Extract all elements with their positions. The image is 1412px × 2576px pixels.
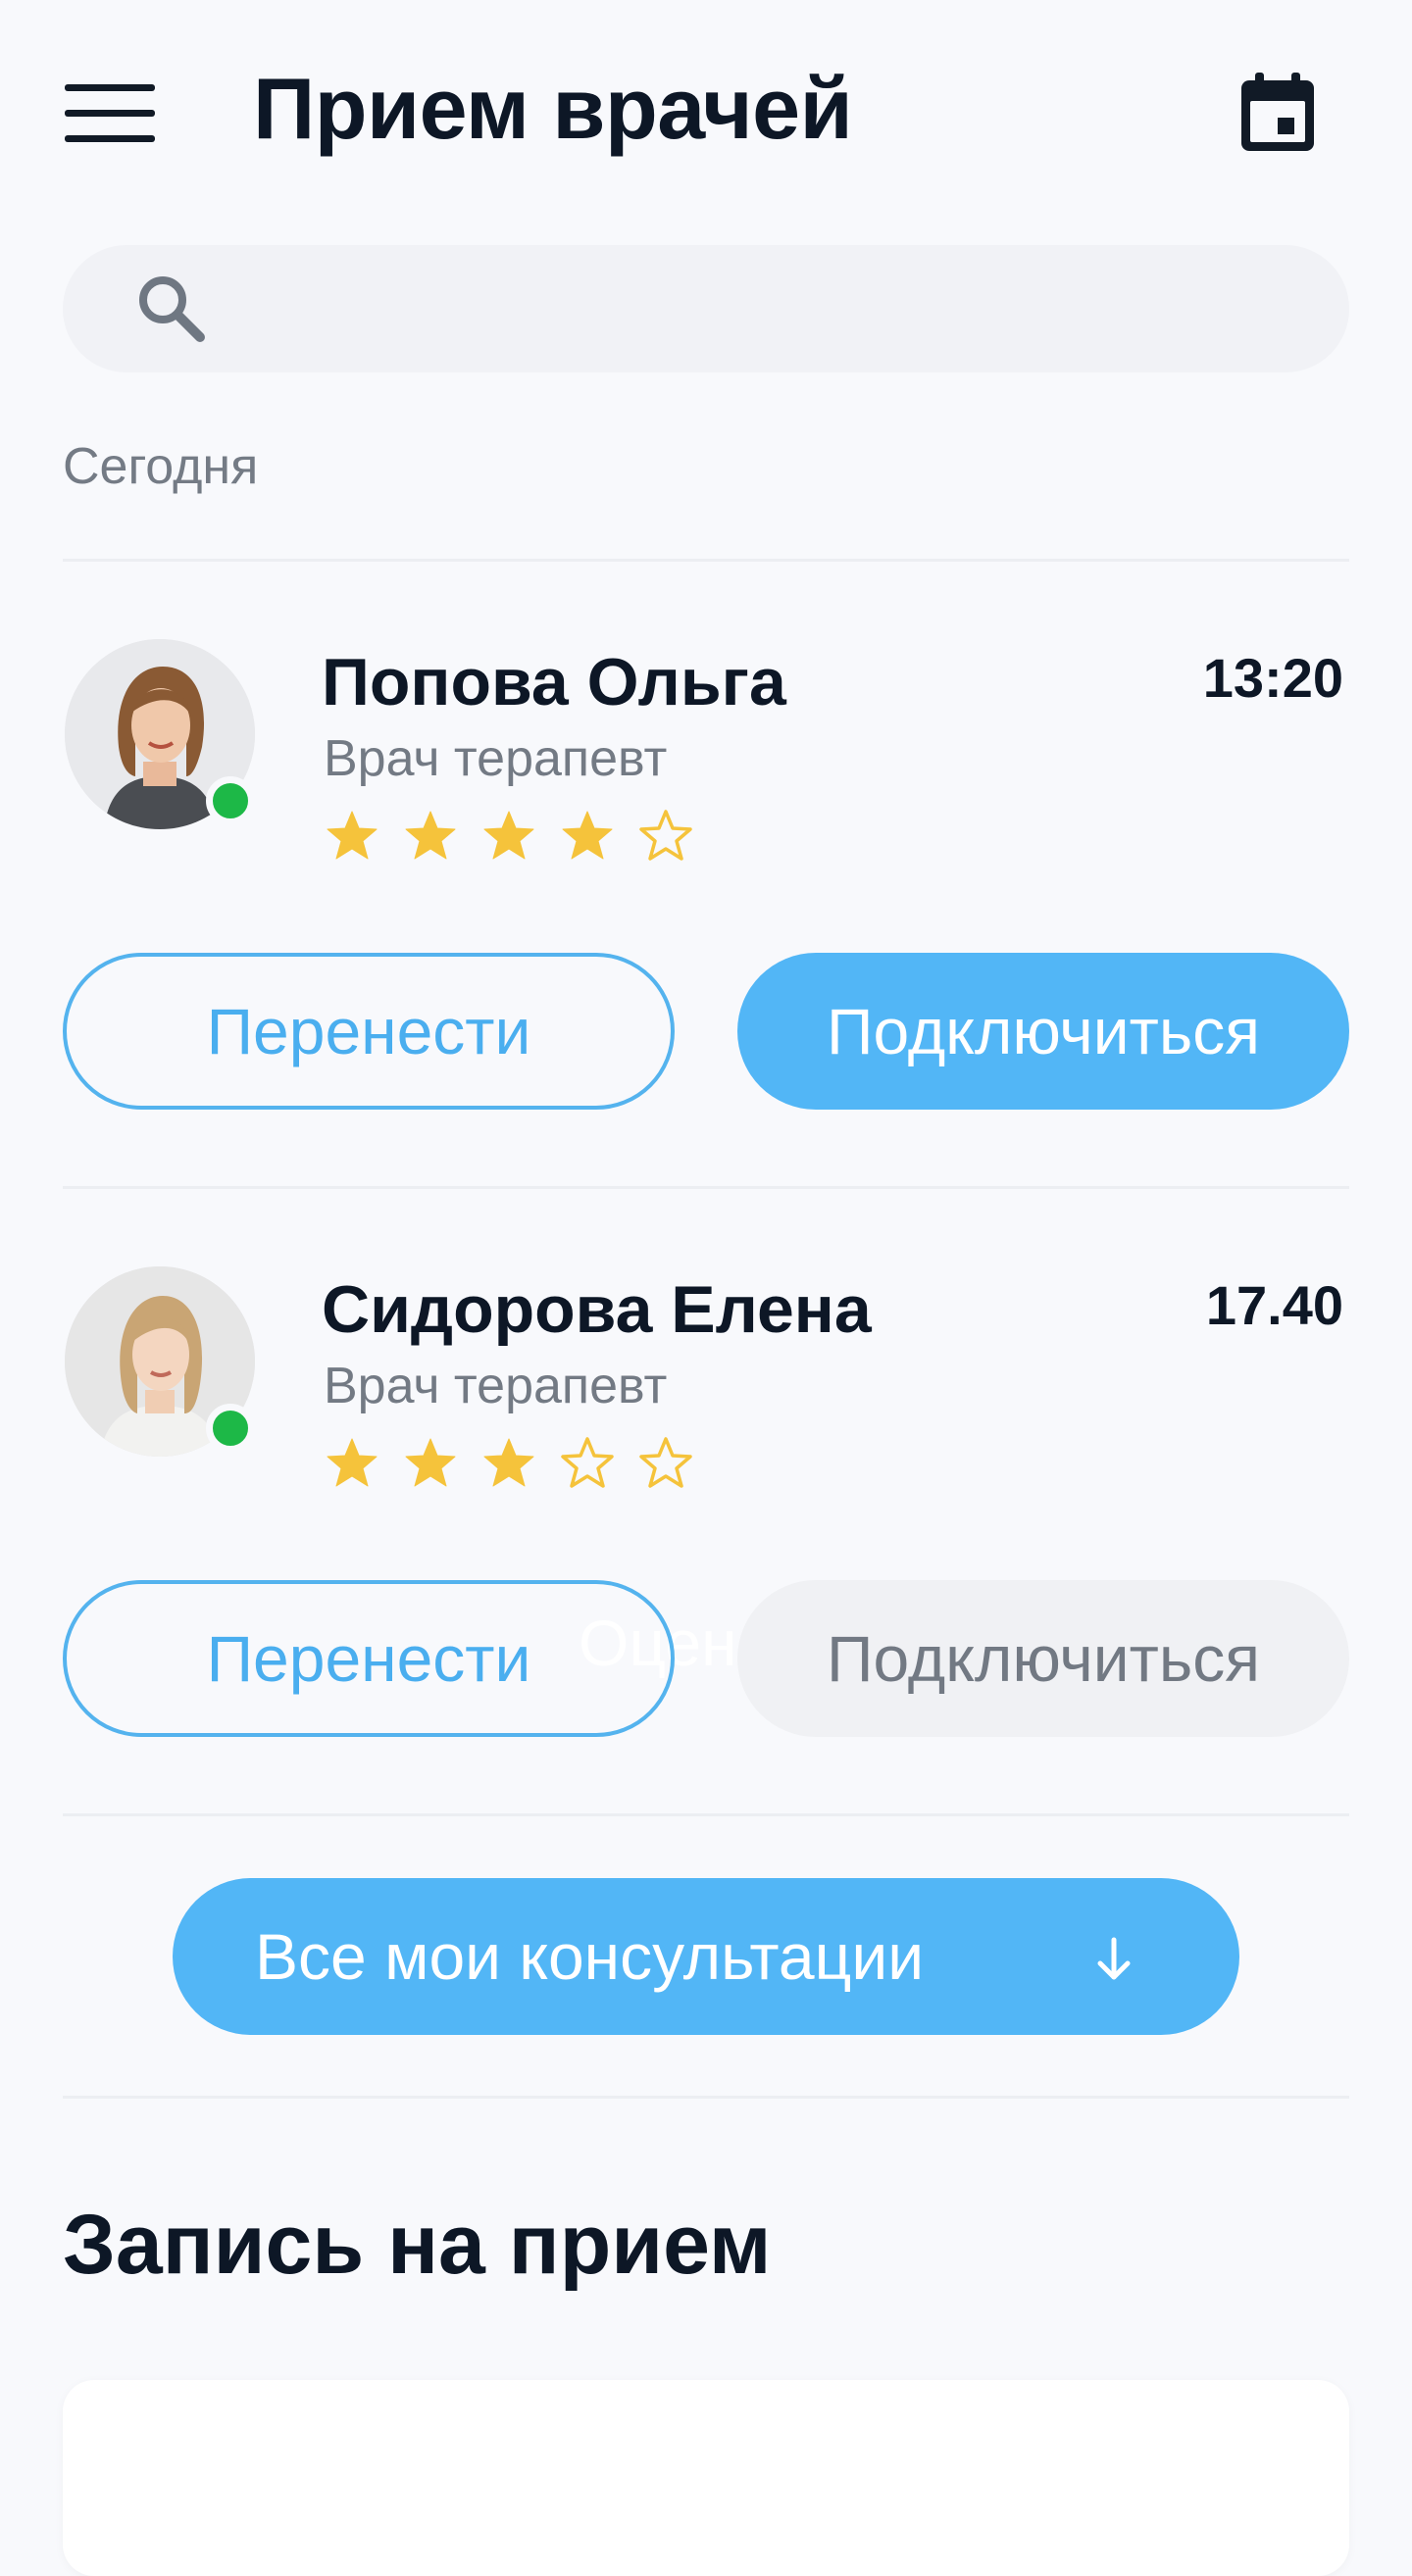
star-filled-icon — [559, 808, 616, 865]
rating-stars — [324, 1435, 694, 1492]
star-filled-icon — [402, 1435, 459, 1492]
doctor-name: Сидорова Елена — [322, 1272, 872, 1347]
star-filled-icon — [402, 808, 459, 865]
online-status-indicator — [206, 1404, 255, 1453]
reschedule-button[interactable]: Перенести — [63, 953, 675, 1110]
booking-card[interactable] — [63, 2380, 1349, 2576]
divider — [63, 559, 1349, 562]
booking-section-title: Запись на прием — [63, 2198, 772, 2292]
connect-button[interactable]: Подключиться — [737, 953, 1349, 1110]
rating-stars — [324, 808, 694, 865]
all-consultations-label: Все мои консультации — [255, 1920, 925, 1993]
doctor-name: Попова Ольга — [322, 645, 786, 719]
reschedule-button[interactable]: Перенести — [63, 1580, 675, 1737]
connect-button-disabled[interactable]: Подключиться — [737, 1580, 1349, 1737]
divider — [63, 2096, 1349, 2099]
search-input[interactable] — [235, 257, 1318, 363]
doctor-specialty: Врач терапевт — [324, 730, 668, 787]
star-filled-icon — [480, 808, 537, 865]
star-empty-icon — [637, 808, 694, 865]
divider — [63, 1186, 1349, 1189]
hamburger-menu-icon[interactable] — [65, 84, 155, 143]
star-filled-icon — [324, 808, 380, 865]
divider — [63, 1813, 1349, 1816]
arrow-down-icon — [1084, 1929, 1143, 1988]
calendar-icon[interactable] — [1237, 71, 1318, 155]
all-consultations-button[interactable]: Все мои консультации — [173, 1878, 1239, 2035]
star-empty-icon — [559, 1435, 616, 1492]
section-label-today: Сегодня — [63, 438, 259, 495]
star-filled-icon — [324, 1435, 380, 1492]
online-status-indicator — [206, 776, 255, 825]
appointment-time: 17.40 — [1205, 1274, 1343, 1336]
page-title: Прием врачей — [253, 60, 853, 157]
doctor-specialty: Врач терапевт — [324, 1358, 668, 1414]
star-filled-icon — [480, 1435, 537, 1492]
appointment-time: 13:20 — [1202, 647, 1343, 709]
star-empty-icon — [637, 1435, 694, 1492]
search-icon[interactable] — [131, 269, 210, 347]
